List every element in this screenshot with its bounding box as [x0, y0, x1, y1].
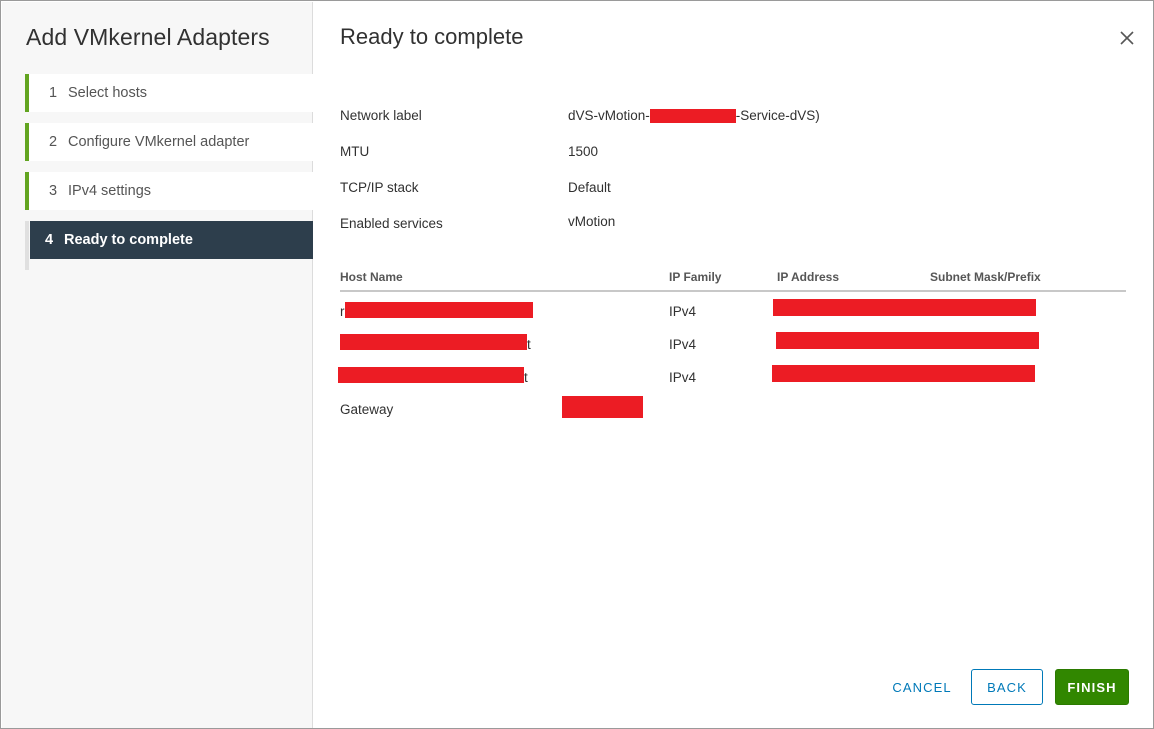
- ip-family-cell: IPv4: [669, 337, 697, 352]
- step-number: 1: [49, 85, 58, 101]
- redaction-bar: [773, 299, 1036, 316]
- step-number: 4: [45, 232, 54, 248]
- tcpip-stack-label: TCP/IP stack: [340, 180, 419, 195]
- redaction-bar: [562, 396, 643, 418]
- step-label: IPv4 settings: [68, 183, 152, 199]
- gateway-label: Gateway: [340, 402, 394, 417]
- redaction-bar: [340, 334, 527, 351]
- network-label-suffix: -Service-dVS): [735, 108, 820, 123]
- host-name-cell: t: [338, 367, 528, 385]
- ip-family-cell: IPv4: [669, 304, 697, 319]
- redaction-bar: [338, 367, 524, 384]
- add-vmkernel-adapters-dialog: Add VMkernel Adapters 1 Select hosts 2 C…: [0, 0, 1154, 729]
- host-name-cell: r: [340, 302, 533, 319]
- step-label: Select hosts: [68, 85, 147, 101]
- back-button[interactable]: BACK: [971, 669, 1043, 705]
- close-icon: [1120, 31, 1134, 45]
- step-label: Configure VMkernel adapter: [68, 134, 250, 150]
- step-label: Ready to complete: [64, 232, 193, 248]
- step-select-hosts[interactable]: 1 Select hosts: [25, 74, 313, 112]
- wizard-steps: 1 Select hosts 2 Configure VMkernel adap…: [25, 74, 313, 270]
- wizard-footer: CANCEL BACK FINISH: [314, 669, 1154, 705]
- network-label-prefix: dVS-vMotion-: [568, 108, 650, 123]
- step-configure-vmkernel-adapter[interactable]: 2 Configure VMkernel adapter: [25, 123, 313, 161]
- enabled-services-value: vMotion: [568, 214, 616, 229]
- table-row: t IPv4: [338, 358, 1126, 391]
- network-label-row: Network label dVS-vMotion- -Service-dVS): [340, 106, 1120, 142]
- redaction-bar: [344, 302, 533, 319]
- column-header-host-name: Host Name: [340, 270, 403, 284]
- step-ready-to-complete[interactable]: 4 Ready to complete: [30, 221, 313, 259]
- finish-button[interactable]: FINISH: [1055, 669, 1129, 705]
- summary-properties: Network label dVS-vMotion- -Service-dVS) …: [340, 106, 1120, 250]
- column-header-ip-family: IP Family: [669, 270, 722, 284]
- wizard-content: Ready to complete Network label dVS-vMot…: [314, 2, 1154, 728]
- cancel-button[interactable]: CANCEL: [878, 669, 966, 705]
- step-rail: [25, 221, 29, 270]
- host-name-suffix: t: [524, 370, 528, 385]
- ip-family-cell: IPv4: [669, 370, 697, 385]
- close-button[interactable]: [1117, 28, 1137, 48]
- enabled-services-label: Enabled services: [340, 216, 443, 231]
- ip-address-cell: [773, 299, 1036, 316]
- table-header: Host Name IP Family IP Address Subnet Ma…: [340, 268, 1126, 292]
- step-ipv4-settings[interactable]: 3 IPv4 settings: [25, 172, 313, 210]
- network-label-label: Network label: [340, 108, 422, 123]
- mtu-value: 1500: [568, 144, 599, 159]
- mtu-label: MTU: [340, 144, 370, 159]
- host-name-cell: t: [340, 334, 531, 352]
- tcpip-stack-value: Default: [568, 180, 611, 195]
- step-number: 3: [49, 183, 58, 199]
- column-header-ip-address: IP Address: [777, 270, 840, 284]
- redaction-bar: [649, 109, 736, 124]
- mtu-row: MTU 1500: [340, 142, 1120, 178]
- wizard-sidebar: Add VMkernel Adapters 1 Select hosts 2 C…: [2, 2, 313, 728]
- table-row: r IPv4: [340, 292, 1126, 325]
- ip-address-cell: [776, 332, 1039, 349]
- hosts-table: Host Name IP Family IP Address Subnet Ma…: [338, 268, 1126, 424]
- network-label-value: dVS-vMotion- -Service-dVS): [568, 108, 820, 124]
- column-header-subnet-mask: Subnet Mask/Prefix: [930, 270, 1041, 284]
- tcpip-stack-row: TCP/IP stack Default: [340, 178, 1120, 214]
- host-name-suffix: t: [527, 337, 531, 352]
- redaction-bar: [772, 365, 1035, 382]
- wizard-title: Add VMkernel Adapters: [26, 24, 270, 50]
- step-number: 2: [49, 134, 58, 150]
- enabled-services-row: Enabled services vMotion: [340, 214, 1120, 250]
- gateway-row: Gateway: [340, 391, 1126, 424]
- table-row: t IPv4: [340, 325, 1126, 358]
- gateway-value: [562, 396, 643, 418]
- page-title: Ready to complete: [340, 24, 524, 49]
- redaction-bar: [776, 332, 1039, 349]
- ip-address-cell: [772, 365, 1035, 382]
